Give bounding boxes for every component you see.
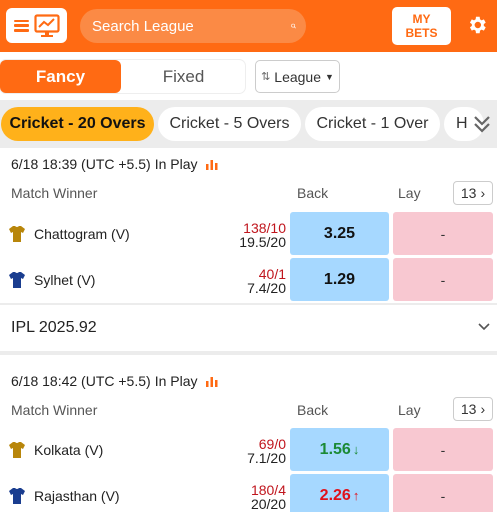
chevron-down-icon	[478, 323, 490, 331]
team-shirt-icon	[9, 226, 25, 242]
runner-name: Rajasthan (V)	[34, 488, 120, 504]
match-card: 6/18 18:42 (UTC +5.5) In Play Match Winn…	[0, 355, 497, 512]
match-card: 6/18 18:39 (UTC +5.5) In Play Match Winn…	[0, 148, 497, 303]
back-odds-button[interactable]: 1.56 ↓	[290, 428, 389, 471]
arrow-up-icon: ↑	[352, 488, 360, 503]
score-value: 69/0	[258, 436, 286, 452]
match-meta: 6/18 18:42 (UTC +5.5) In Play	[11, 373, 218, 389]
back-odds-button[interactable]: 3.25	[290, 212, 389, 255]
lay-odds-button[interactable]: -	[393, 258, 493, 301]
score-value: 180/4	[250, 482, 286, 498]
lay-odds-button[interactable]: -	[393, 428, 493, 471]
market-type-toggle: Fancy Fixed	[0, 60, 245, 93]
league-group-header[interactable]: IPL 2025.92	[0, 305, 497, 351]
search-icon[interactable]	[291, 16, 296, 36]
overs-value: 7.4/20	[247, 280, 286, 296]
league-group-title: IPL 2025.92	[11, 319, 97, 336]
back-odds-value: 1.56	[319, 440, 351, 458]
team-shirt-icon	[9, 272, 25, 288]
team-shirt-icon	[9, 488, 25, 504]
runner-row: Kolkata (V)	[8, 441, 103, 459]
more-markets-count: 13	[460, 401, 477, 417]
runner-row: Rajasthan (V)	[8, 487, 120, 505]
market-name: Match Winner	[11, 185, 98, 201]
in-play-label: In Play	[154, 373, 198, 389]
runner-score: 180/4 20/20	[196, 483, 286, 511]
live-stats-icon	[205, 160, 217, 170]
overs-value: 7.1/20	[247, 450, 286, 466]
runner-name: Chattogram (V)	[34, 226, 130, 242]
back-odds-value: 2.26	[319, 486, 351, 504]
runner-row: Chattogram (V)	[8, 225, 130, 243]
chip-cricket-5-overs[interactable]: Cricket - 5 Overs	[158, 107, 301, 141]
tab-fancy[interactable]: Fancy	[0, 60, 121, 93]
live-stats-icon	[205, 377, 217, 387]
overs-value: 19.5/20	[239, 234, 286, 250]
search-input[interactable]	[92, 17, 291, 35]
in-play-label: In Play	[154, 156, 198, 172]
lay-header: Lay	[398, 402, 421, 418]
caret-down-icon: ▼	[325, 71, 334, 82]
lay-odds-button[interactable]: -	[393, 474, 493, 512]
league-sort-dropdown[interactable]: ⇅ League ▼	[255, 60, 340, 93]
chevron-right-icon: ›	[480, 185, 486, 201]
score-value: 40/1	[258, 266, 286, 282]
score-value: 138/10	[243, 220, 286, 236]
sport-filter-chips: Cricket - 20 Overs Cricket - 5 Overs Cri…	[0, 100, 497, 148]
lay-odds-button[interactable]: -	[393, 212, 493, 255]
team-shirt-icon	[9, 442, 25, 458]
match-datetime: 6/18 18:42 (UTC +5.5)	[11, 373, 151, 389]
runner-name: Sylhet (V)	[34, 272, 96, 288]
lay-header: Lay	[398, 185, 421, 201]
sort-icon: ⇅	[261, 71, 271, 83]
match-datetime: 6/18 18:39 (UTC +5.5)	[11, 156, 151, 172]
back-odds-button[interactable]: 1.29	[290, 258, 389, 301]
market-name: Match Winner	[11, 402, 98, 418]
runner-name: Kolkata (V)	[34, 442, 104, 458]
runner-score: 138/10 19.5/20	[196, 221, 286, 249]
back-header: Back	[297, 402, 329, 418]
top-header: MY BETS	[0, 0, 497, 52]
arrow-down-icon: ↓	[352, 442, 360, 457]
double-chevron-down-icon[interactable]	[470, 112, 494, 136]
league-dropdown-label: League	[274, 68, 321, 85]
chevron-right-icon: ›	[480, 401, 486, 417]
chip-cricket-1-over[interactable]: Cricket - 1 Over	[305, 107, 440, 141]
chip-cricket-20-overs[interactable]: Cricket - 20 Overs	[1, 107, 154, 141]
my-bets-button[interactable]: MY BETS	[392, 7, 451, 45]
tab-fixed[interactable]: Fixed	[122, 60, 245, 93]
match-meta: 6/18 18:39 (UTC +5.5) In Play	[11, 156, 218, 172]
gear-icon[interactable]	[466, 14, 488, 36]
more-markets-button[interactable]: 13 ›	[453, 181, 493, 205]
menu-button[interactable]	[6, 8, 67, 43]
more-markets-button[interactable]: 13 ›	[453, 397, 493, 421]
runner-score: 40/1 7.4/20	[196, 267, 286, 295]
runner-row: Sylhet (V)	[8, 271, 95, 289]
hamburger-icon	[13, 19, 29, 32]
runner-score: 69/0 7.1/20	[196, 437, 286, 465]
search-bar	[80, 9, 306, 43]
more-markets-count: 13	[460, 185, 477, 201]
back-header: Back	[297, 185, 329, 201]
monitor-icon	[33, 13, 60, 38]
back-odds-button[interactable]: 2.26 ↑	[290, 474, 389, 512]
overs-value: 20/20	[250, 496, 286, 512]
